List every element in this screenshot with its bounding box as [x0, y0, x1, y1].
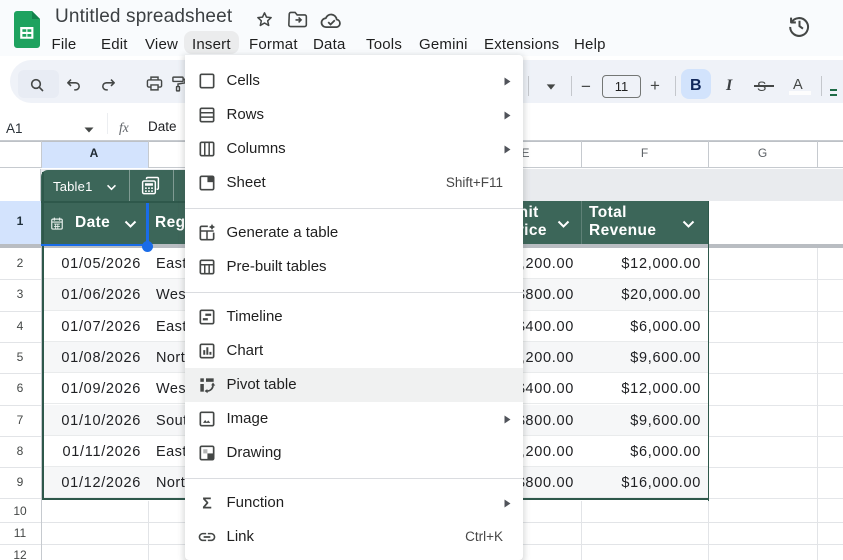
svg-text:Σ: Σ [202, 495, 212, 512]
